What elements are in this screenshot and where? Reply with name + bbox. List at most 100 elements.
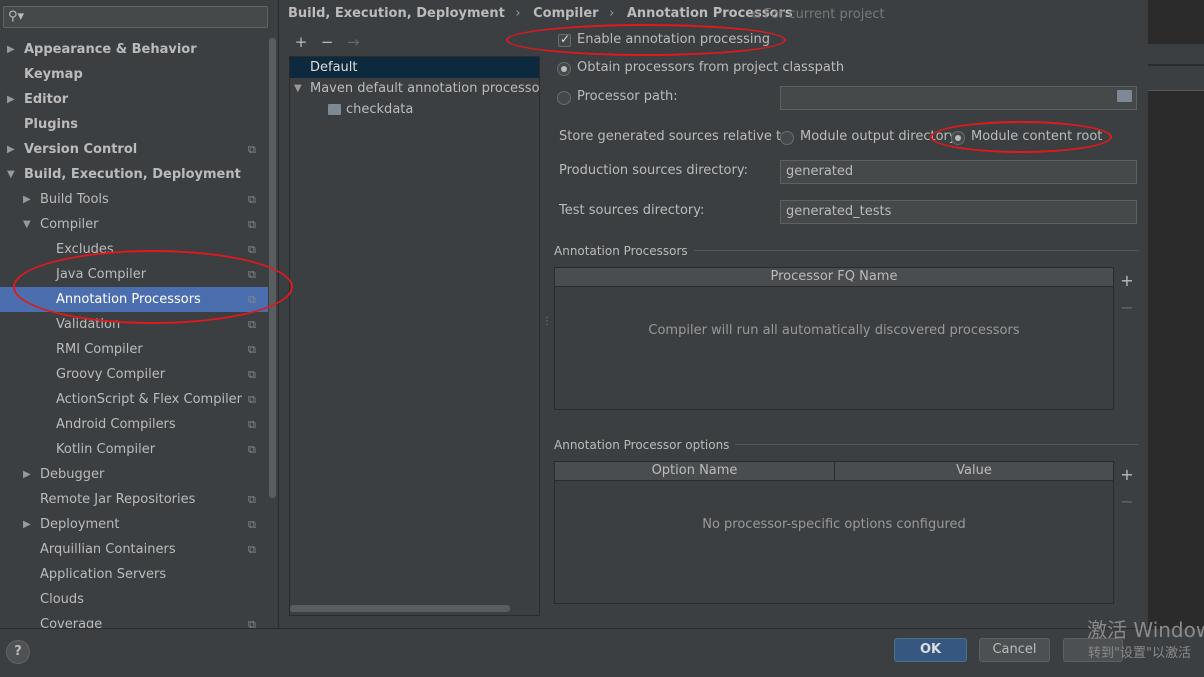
project-scope-icon: ⧉: [248, 543, 256, 556]
sidebar-item[interactable]: Android Compilers ⧉: [0, 412, 268, 437]
processor-path-field[interactable]: [780, 86, 1137, 110]
sidebar-item[interactable]: Plugins: [0, 112, 268, 137]
breadcrumb: Build, Execution, Deployment › Compiler …: [288, 6, 799, 24]
sidebar-item[interactable]: ▶ Debugger: [0, 462, 268, 487]
sidebar-item[interactable]: Application Servers: [0, 562, 268, 587]
sidebar-item[interactable]: ▼ Build, Execution, Deployment: [0, 162, 268, 187]
chevron-right-icon[interactable]: ▶: [7, 37, 15, 62]
sidebar-item-label: Keymap: [24, 67, 83, 82]
processors-table[interactable]: Processor FQ Name Compiler will run all …: [554, 267, 1114, 410]
sidebar-item[interactable]: ▶ Appearance & Behavior: [0, 37, 268, 62]
background-editor: [1148, 0, 1204, 628]
sidebar-item[interactable]: RMI Compiler ⧉: [0, 337, 268, 362]
project-scope-icon: ⧉: [752, 8, 760, 21]
chevron-right-icon[interactable]: ▶: [23, 462, 31, 487]
module-output-directory-radio[interactable]: [780, 131, 794, 145]
sidebar-item-label: Android Compilers: [56, 417, 176, 432]
option-name-header[interactable]: Option Name: [555, 462, 835, 481]
processor-options-table[interactable]: Option Name Value No processor-specific …: [554, 461, 1114, 604]
settings-search-input[interactable]: ⚲▾: [3, 6, 268, 28]
module-label: checkdata: [346, 102, 414, 117]
project-scope-icon: ⧉: [248, 368, 256, 381]
splitter-handle[interactable]: ⋮: [542, 316, 552, 327]
sidebar-item[interactable]: Remote Jar Repositories ⧉: [0, 487, 268, 512]
processor-path-radio[interactable]: [557, 91, 571, 105]
sidebar-item-label: Coverage: [40, 617, 103, 628]
sidebar-item[interactable]: ▼ Compiler ⧉: [0, 212, 268, 237]
background-tabbar: [1148, 66, 1204, 91]
remove-option-button[interactable]: −: [1119, 492, 1135, 511]
sidebar-item-label: Compiler: [40, 217, 99, 232]
profiles-horizontal-scrollbar[interactable]: [290, 605, 510, 612]
remove-profile-button[interactable]: −: [316, 33, 338, 51]
background-toolbar: [1148, 44, 1204, 65]
sidebar-item-label: Clouds: [40, 592, 84, 607]
profile-maven-default[interactable]: ▼ Maven default annotation processors p: [290, 78, 539, 99]
remove-processor-button[interactable]: −: [1119, 298, 1135, 317]
sidebar-item-label: Arquillian Containers: [40, 542, 176, 557]
sidebar-item-label: RMI Compiler: [56, 342, 143, 357]
sidebar-item-label: Editor: [24, 92, 69, 107]
chevron-down-icon[interactable]: ▼: [23, 212, 31, 237]
help-button[interactable]: ?: [6, 640, 30, 664]
profile-default[interactable]: Default: [290, 57, 539, 78]
sidebar-item[interactable]: Clouds: [0, 587, 268, 612]
sidebar-item[interactable]: ActionScript & Flex Compiler ⧉: [0, 387, 268, 412]
move-module-button[interactable]: →: [342, 33, 364, 51]
sidebar-item[interactable]: Coverage ⧉: [0, 612, 268, 628]
value-header[interactable]: Value: [835, 462, 1113, 481]
activation-watermark-title: 激活 Window: [1087, 618, 1204, 642]
project-scope-icon: ⧉: [248, 493, 256, 506]
chevron-right-icon[interactable]: ▶: [7, 87, 15, 112]
module-checkdata[interactable]: checkdata: [290, 99, 539, 120]
obtain-from-classpath-label: Obtain processors from project classpath: [577, 60, 845, 75]
chevron-down-icon[interactable]: ▼: [294, 78, 302, 99]
project-scope-icon: ⧉: [248, 618, 256, 628]
sidebar-item[interactable]: Arquillian Containers ⧉: [0, 537, 268, 562]
cancel-button[interactable]: Cancel: [979, 638, 1050, 662]
sidebar-item[interactable]: ▶ Build Tools ⧉: [0, 187, 268, 212]
test-sources-input[interactable]: generated_tests: [780, 200, 1137, 224]
sidebar-item[interactable]: Kotlin Compiler ⧉: [0, 437, 268, 462]
sidebar-item[interactable]: ▶ Editor: [0, 87, 268, 112]
add-option-button[interactable]: +: [1119, 465, 1135, 484]
sidebar-item-label: Application Servers: [40, 567, 167, 582]
activation-watermark-subtitle: 转到"设置"以激活: [1088, 646, 1191, 661]
sidebar-item-label: Version Control: [24, 142, 138, 157]
sidebar-item-label: Plugins: [24, 117, 78, 132]
add-processor-button[interactable]: +: [1119, 271, 1135, 290]
sidebar-item[interactable]: Groovy Compiler ⧉: [0, 362, 268, 387]
chevron-right-icon[interactable]: ▶: [23, 187, 31, 212]
breadcrumb-item: Compiler: [533, 6, 599, 21]
annotation-ellipse: [506, 24, 786, 56]
breadcrumb-item: Build, Execution, Deployment: [288, 6, 505, 21]
processor-options-section-title: Annotation Processor options: [554, 438, 736, 452]
sidebar-item-label: Appearance & Behavior: [24, 42, 197, 57]
processor-fq-name-header[interactable]: Processor FQ Name: [555, 268, 1113, 287]
for-current-project-hint: ⧉ For current project: [752, 7, 885, 22]
sidebar-item[interactable]: ▶ Deployment ⧉: [0, 512, 268, 537]
sidebar-item[interactable]: Keymap: [0, 62, 268, 87]
add-profile-button[interactable]: +: [290, 33, 312, 51]
sidebar-item-label: Build, Execution, Deployment: [24, 167, 241, 182]
profile-label: Maven default annotation processors p: [310, 81, 539, 96]
for-current-project-label: For current project: [764, 7, 885, 22]
sidebar-item[interactable]: ▶ Version Control ⧉: [0, 137, 268, 162]
project-scope-icon: ⧉: [248, 143, 256, 156]
project-scope-icon: ⧉: [248, 418, 256, 431]
obtain-from-classpath-radio[interactable]: [557, 62, 571, 76]
module-folder-icon: [328, 104, 341, 115]
chevron-right-icon[interactable]: ▶: [7, 137, 15, 162]
profile-label: Default: [310, 60, 358, 75]
production-sources-input[interactable]: generated: [780, 160, 1137, 184]
sidebar-item-label: Remote Jar Repositories: [40, 492, 196, 507]
store-generated-label: Store generated sources relative to:: [559, 129, 794, 144]
ok-button[interactable]: OK: [894, 638, 967, 662]
project-scope-icon: ⧉: [248, 518, 256, 531]
folder-browse-icon[interactable]: [1117, 90, 1132, 102]
production-sources-label: Production sources directory:: [559, 163, 748, 178]
chevron-down-icon[interactable]: ▼: [7, 162, 15, 187]
chevron-right-icon[interactable]: ▶: [23, 512, 31, 537]
processors-empty-text: Compiler will run all automatically disc…: [648, 323, 1020, 338]
sidebar-item-label: Kotlin Compiler: [56, 442, 156, 457]
